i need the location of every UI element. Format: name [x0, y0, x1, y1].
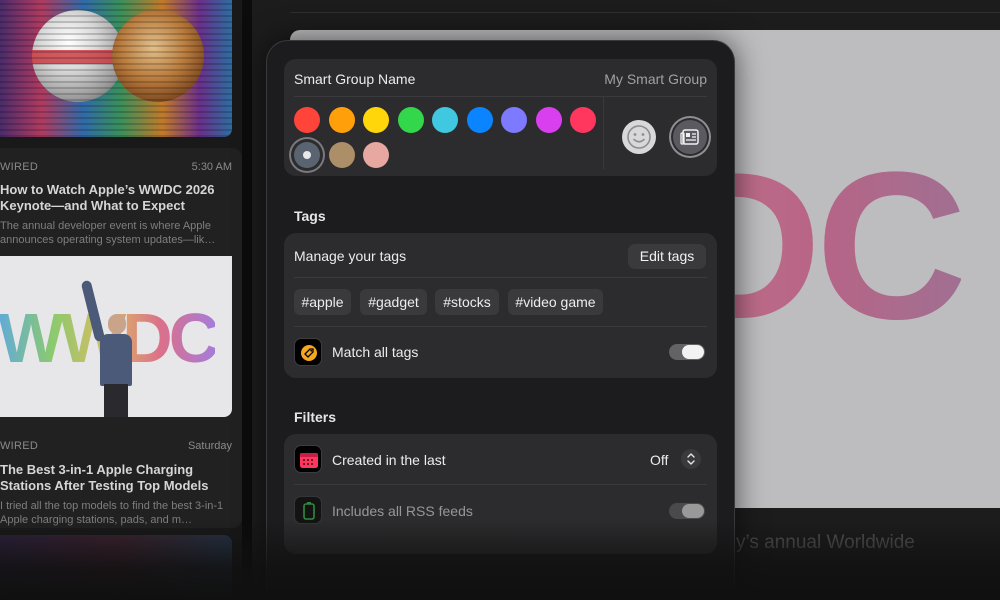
calendar-app-icon [294, 445, 322, 473]
created-in-last-label: Created in the last [332, 452, 446, 468]
created-in-last-value[interactable]: Off [650, 452, 668, 468]
smart-group-name-input[interactable]: My Smart Group [604, 71, 707, 87]
tag-app-icon [294, 338, 322, 366]
tags-group: Manage your tags Edit tags #apple #gadge… [284, 233, 717, 378]
manage-tags-label: Manage your tags [294, 248, 407, 264]
article-thumbnail-vr-helmets[interactable] [0, 0, 232, 137]
color-swatch[interactable] [294, 142, 320, 168]
smiley-icon [627, 125, 651, 149]
article-list-item[interactable]: WIRED Saturday The Best 3-in-1 Apple Cha… [0, 439, 232, 529]
color-swatch[interactable] [294, 107, 320, 133]
name-color-group: Smart Group Name My Smart Group [284, 59, 717, 176]
toolbar-divider [290, 12, 1000, 13]
edit-tags-button[interactable]: Edit tags [628, 244, 706, 269]
article-time: Saturday [187, 440, 232, 452]
article-summary: I tried all the top models to find the b… [0, 500, 224, 526]
selected-indicator [303, 151, 311, 159]
created-in-last-stepper[interactable] [681, 449, 701, 469]
tags-section-title: Tags [294, 208, 326, 224]
filters-group: Created in the last Off Includes all RSS… [284, 434, 717, 554]
color-swatch[interactable] [535, 107, 562, 133]
smart-group-name-label: Smart Group Name [294, 71, 416, 87]
split-divider[interactable] [242, 0, 252, 600]
presenter-image [80, 274, 138, 417]
article-list-item[interactable]: WIRED 5:30 AM How to Watch Apple’s WWDC … [0, 160, 232, 250]
battery-icon [303, 502, 315, 520]
color-swatch[interactable] [363, 142, 389, 168]
calendar-icon [300, 453, 318, 468]
article-thumbnail-partial [0, 535, 232, 600]
color-swatch[interactable] [466, 107, 493, 133]
color-swatch[interactable] [432, 107, 458, 133]
newspaper-icon [680, 129, 699, 145]
match-all-tags-toggle[interactable] [669, 344, 705, 360]
color-swatch[interactable] [501, 107, 527, 133]
article-source: WIRED [0, 440, 39, 452]
tag-chip[interactable]: #stocks [435, 289, 499, 315]
rss-app-icon [294, 496, 322, 524]
color-swatch[interactable] [397, 107, 424, 133]
tag-icon [301, 345, 317, 361]
color-swatch[interactable] [328, 142, 355, 168]
filters-section-title: Filters [294, 409, 337, 425]
article-body-text: y’s annual Worldwide [736, 532, 915, 553]
article-headline: How to Watch Apple’s WWDC 2026 Keynote—a… [0, 182, 215, 213]
tag-chip[interactable]: #apple [294, 289, 351, 315]
article-source: WIRED [0, 161, 39, 173]
tag-chip[interactable]: #video game [508, 289, 603, 315]
article-summary: The annual developer event is where Appl… [0, 220, 216, 246]
article-thumbnail-wwdc: WWDC [0, 256, 232, 417]
news-icon-button[interactable] [673, 120, 707, 154]
article-time: 5:30 AM [191, 161, 232, 173]
color-swatch[interactable] [363, 107, 389, 133]
smart-group-panel: Smart Group Name My Smart Group Tags Man… [266, 40, 735, 600]
includes-rss-feeds-label: Includes all RSS feeds [332, 503, 473, 519]
emoji-icon-button[interactable] [622, 120, 656, 154]
article-headline: The Best 3-in-1 Apple Charging Stations … [0, 462, 209, 493]
tag-chip[interactable]: #gadget [360, 289, 427, 315]
includes-rss-feeds-toggle[interactable] [669, 503, 705, 519]
match-all-tags-label: Match all tags [332, 344, 419, 360]
chevron-up-down-icon [687, 453, 695, 465]
color-swatch[interactable] [570, 107, 596, 133]
color-swatch[interactable] [328, 107, 355, 133]
article-sidebar: WIRED 5:30 AM How to Watch Apple’s WWDC … [0, 0, 242, 600]
